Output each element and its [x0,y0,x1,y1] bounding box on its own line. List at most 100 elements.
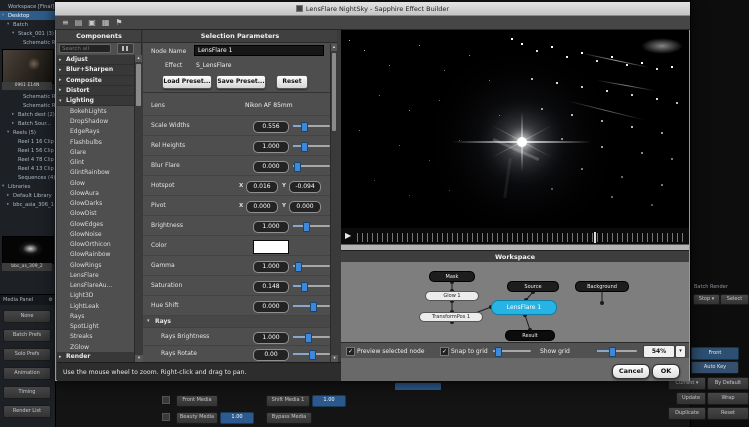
component-item[interactable]: GlowNoise [57,229,134,239]
component-item[interactable]: ZGlow [57,342,134,352]
search-input[interactable] [59,44,111,53]
component-item[interactable]: GlowDarks [57,199,134,209]
load-preset-button[interactable]: Load Preset... [162,75,212,89]
tree-item[interactable]: ▾ Reels (5) [0,128,55,137]
scroll-up-icon[interactable]: ▴ [135,55,142,62]
media-toggle-1[interactable] [162,396,170,404]
tree-item[interactable]: ▾ Batch [0,20,55,29]
stop-button[interactable]: Stop ▾ [693,294,720,305]
node-result[interactable]: Result [505,330,555,341]
tree-item[interactable]: ▸ bbc_asia_306_1 [0,200,55,209]
flame-tool-button[interactable]: Solo Prefs [3,348,51,361]
dialog-titlebar[interactable]: LensFlare NightSky - Sapphire Effect Bui… [55,2,690,16]
select-button[interactable]: Select [720,294,749,305]
component-item[interactable]: LensFlare [57,270,134,280]
component-item[interactable]: GlowRainbow [57,250,134,260]
component-category[interactable]: ▸ Adjust [57,55,134,65]
tree-item[interactable]: Reel 1 16 Clip [0,137,55,146]
param-slider[interactable] [293,142,330,150]
node-mask[interactable]: Mask [429,271,475,282]
update-button[interactable]: Update [676,392,706,405]
save-icon[interactable]: ▣ [88,18,96,28]
component-category-render[interactable]: ▸ Render [57,352,134,362]
node-source[interactable]: Source [507,281,559,292]
hotspot-x-field[interactable]: 0.016 [246,181,278,193]
play-icon[interactable]: ▶ [345,231,351,240]
tree-item[interactable]: ▸ Default Library [0,191,55,200]
tree-item[interactable]: Reel 4 78 Clip [0,155,55,164]
component-item[interactable]: Light3D [57,291,134,301]
tree-item[interactable]: ▸ Batch dest (2) [0,110,55,119]
cancel-button[interactable]: Cancel [612,364,650,379]
value-field[interactable]: 1.000 [253,261,289,273]
param-slider[interactable] [293,262,330,270]
zoom-slider[interactable] [597,347,637,355]
scrollbar-thumb[interactable] [332,53,336,131]
folder-icon[interactable]: ▤ [75,18,83,28]
tree-item[interactable]: Reel 4 13 Clip [0,164,55,173]
component-item[interactable]: GlowRings [57,260,134,270]
bypass-media-button[interactable]: Bypass Media [266,412,312,424]
preview-node-checkbox[interactable]: ✓ [346,347,355,356]
grid-icon[interactable]: ▦ [102,18,110,28]
menu-icon[interactable]: ≡ [62,18,69,28]
component-category[interactable]: ▸ Composite [57,76,134,86]
component-item[interactable]: Glow [57,178,134,188]
component-item[interactable]: GlowOrthicon [57,240,134,250]
value-field[interactable]: 0.000 [253,161,289,173]
tree-item[interactable]: ▾ Desktop [0,11,55,20]
component-item[interactable]: GlowEdges [57,219,134,229]
zoom-dropdown-icon[interactable]: ▾ [675,345,686,358]
value-field[interactable]: 0.556 [253,121,289,133]
workspace-node-graph[interactable]: Mask Glow 1 TransformPos 1 Source LensFl… [341,262,689,342]
component-item[interactable]: BokehLights [57,106,134,116]
pivot-y-field[interactable]: 0.000 [289,201,321,213]
component-item[interactable]: Flashbulbs [57,137,134,147]
value-field[interactable]: 1.000 [253,221,289,233]
flame-tool-button[interactable]: None [3,310,51,323]
flame-tool-button[interactable]: Animation [3,367,51,380]
param-slider[interactable] [293,333,330,341]
tree-item[interactable]: Schematic R... [0,38,55,47]
component-item[interactable]: Glint [57,158,134,168]
component-item[interactable]: EdgeRays [57,127,134,137]
components-scrollbar[interactable]: ▴ ▾ [134,55,142,362]
component-category[interactable]: ▸ Blur+Sharpen [57,65,134,75]
component-item[interactable]: SpotLight [57,322,134,332]
value-field[interactable]: 0.148 [253,281,289,293]
filter-button[interactable] [117,43,134,54]
node-transformpos[interactable]: TransformPos 1 [419,312,483,322]
component-category[interactable]: ▸ Distort [57,86,134,96]
front-media-button[interactable]: Front Media [176,395,218,407]
playhead[interactable] [594,232,596,243]
component-item[interactable]: GlowDist [57,209,134,219]
component-item[interactable]: Glare [57,147,134,157]
component-item[interactable]: DropShadow [57,117,134,127]
tree-item[interactable]: Sequences (4) [0,173,55,182]
param-slider[interactable] [293,222,330,230]
reset-flame-button[interactable]: Reset [707,407,749,420]
tree-item[interactable]: ▸ Batch Sour... [0,119,55,128]
ok-button[interactable]: OK [652,364,680,379]
node-name-input[interactable] [194,45,324,56]
flame-tool-button[interactable]: Timing [3,386,51,399]
tree-item[interactable]: Reel 1 56 Clip [0,146,55,155]
value-field[interactable]: 1.000 [253,141,289,153]
duplicate-button[interactable]: Duplicate [668,407,706,420]
flame-tool-button[interactable]: Batch Prefs [3,329,51,342]
tree-item[interactable]: Schematic R... [0,101,55,110]
scroll-up-icon[interactable]: ▴ [331,44,337,51]
media-panel-bar[interactable]: Media Panel ⚙ [0,294,55,305]
shift-media-value[interactable]: 1.00 [312,395,346,407]
value-field[interactable]: 1.000 [253,332,289,344]
wrap-button[interactable]: Wrap [707,392,749,405]
scroll-down-icon[interactable]: ▾ [331,355,338,362]
save-preset-button[interactable]: Save Preset... [216,75,266,89]
param-slider[interactable] [293,122,330,130]
param-slider[interactable] [293,282,330,290]
library-thumbnail[interactable] [2,236,54,264]
snap-to-grid-checkbox[interactable]: ✓ [440,347,449,356]
value-field[interactable]: 0.000 [253,301,289,313]
shift-media-button[interactable]: Shift Media 1 [266,395,310,407]
scrollbar-thumb[interactable] [136,64,141,106]
